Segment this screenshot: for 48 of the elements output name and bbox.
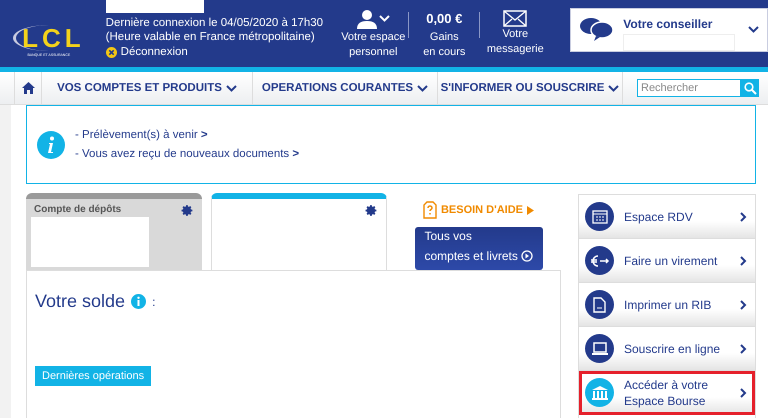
chevron-down-icon	[748, 26, 759, 33]
search-icon	[744, 82, 756, 94]
chevron-right-icon	[740, 388, 747, 398]
quick-link[interactable]: Accéder à votre Espace Bourse	[579, 371, 755, 415]
info-icon	[37, 130, 65, 158]
all-accounts-button[interactable]: Tous vos comptes et livrets	[414, 227, 542, 270]
document-icon	[593, 296, 606, 312]
chevron-down-icon	[378, 15, 390, 22]
messages-link[interactable]: Votre messagerie	[480, 10, 550, 57]
chat-bubbles-icon	[579, 17, 616, 41]
gains-link[interactable]: 0,00 € Gains en cours	[409, 8, 480, 60]
colon-text: :	[152, 294, 156, 308]
settings-icon[interactable]	[365, 204, 378, 217]
account-tab-title: Compte de dépôts	[34, 204, 122, 215]
envelope-icon	[503, 10, 528, 27]
nav-menu-item[interactable]: OPERATIONS COURANTES	[253, 72, 438, 104]
personal-space-link[interactable]: Votre espace personnel	[338, 8, 408, 60]
bank-icon	[590, 384, 608, 400]
chevron-down-icon	[417, 84, 428, 92]
settings-icon[interactable]	[181, 204, 194, 217]
logout-link[interactable]: Déconnexion	[106, 46, 330, 58]
logo[interactable]: LCL	[13, 24, 85, 50]
euro-arrow-icon	[590, 254, 610, 268]
chevron-right-icon	[740, 256, 747, 266]
chevron-down-icon	[608, 84, 620, 92]
account-tab[interactable]: Compte de dépôts	[26, 193, 202, 270]
play-circle-icon	[520, 250, 532, 262]
play-icon	[527, 206, 534, 214]
chevron-right-icon	[740, 300, 747, 310]
nav-menu-item[interactable]: VOS COMPTES ET PRODUITS	[42, 72, 253, 104]
person-icon	[356, 8, 377, 28]
home-link[interactable]	[14, 72, 42, 104]
chevron-right-icon	[740, 344, 747, 354]
calendar-icon	[592, 209, 608, 224]
search-field[interactable]: Rechercher	[637, 79, 741, 97]
chevron-right-icon	[740, 212, 747, 222]
last-login-text: Dernière connexion le 04/05/2020 à 17h30	[106, 16, 324, 30]
last-login-text: (Heure valable en France métropolitaine)	[106, 30, 316, 44]
question-document-icon	[422, 201, 437, 219]
laptop-icon	[590, 342, 608, 356]
advisor-button[interactable]: Votre conseiller	[570, 8, 768, 52]
notice-link[interactable]: - Prélèvement(s) à venir >	[75, 129, 300, 141]
nav-menu-item[interactable]: S'INFORMER OU SOUSCRIRE	[438, 72, 623, 104]
chevron-down-icon	[226, 84, 237, 92]
balance-title: Votre solde	[35, 291, 126, 312]
notice-link[interactable]: - Vous avez reçu de nouveaux documents >	[75, 148, 300, 160]
close-icon	[106, 46, 117, 58]
home-icon	[22, 82, 34, 94]
